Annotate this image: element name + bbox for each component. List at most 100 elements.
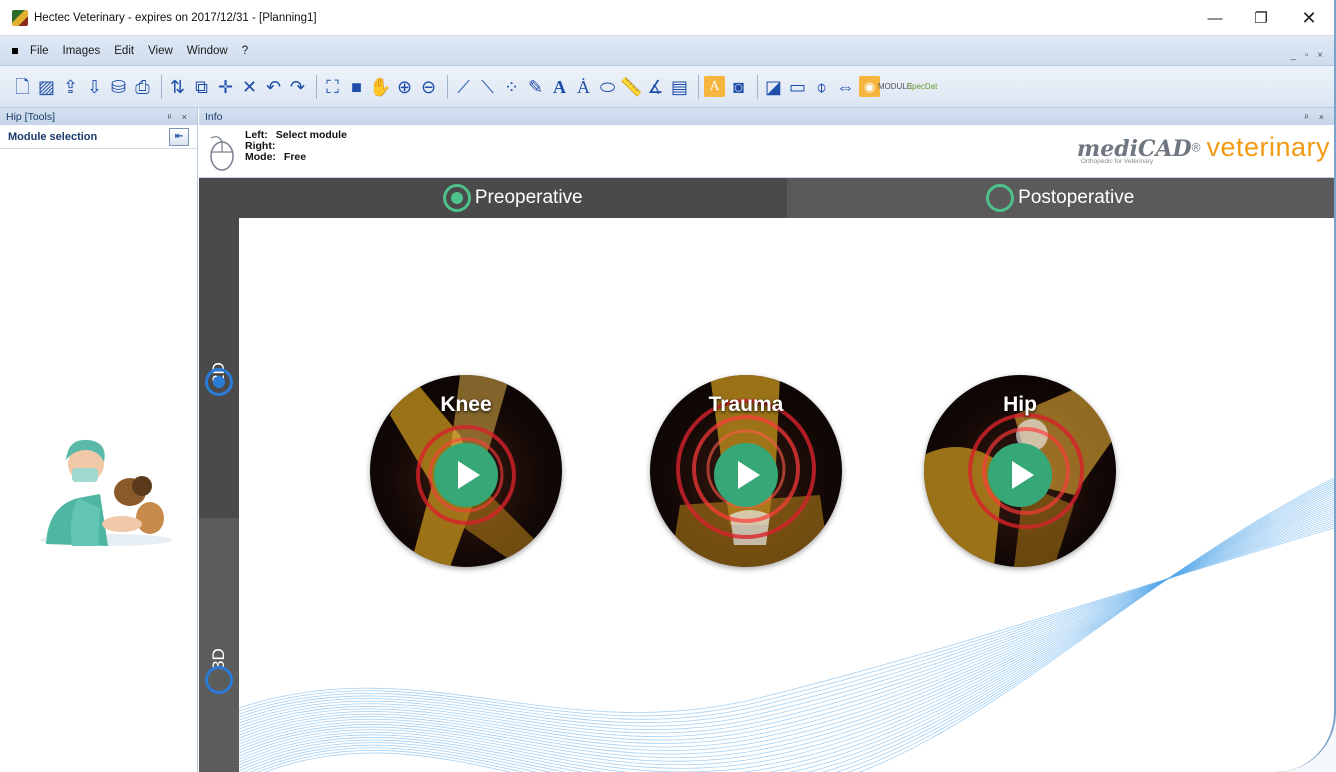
play-hip-icon[interactable]: [988, 443, 1052, 507]
tools-pane-header: Hip [Tools] ᵖ ×: [0, 108, 197, 125]
new-document-icon[interactable]: 🗋: [12, 76, 33, 97]
play-trauma-icon[interactable]: [714, 443, 778, 507]
title-bar: Hectec Veterinary - expires on 2017/12/3…: [0, 0, 1334, 36]
pane-pin-close[interactable]: ᵖ ×: [168, 112, 191, 122]
close-button[interactable]: ✕: [1284, 0, 1334, 36]
module-selection-label: Module selection: [8, 130, 98, 143]
app-window: Hectec Veterinary - expires on 2017/12/3…: [0, 0, 1336, 772]
text-icon[interactable]: A: [549, 76, 570, 97]
tools-pane: Hip [Tools] ᵖ × Module selection ⇤: [0, 108, 198, 772]
window-controls: — ❐ ✕: [1192, 0, 1334, 36]
3d-radio-icon[interactable]: [205, 666, 233, 694]
menu-window[interactable]: Window: [187, 45, 228, 57]
tab-2d[interactable]: 2D: [199, 218, 239, 518]
module-selection-button[interactable]: ⇤: [169, 127, 189, 146]
module-knee[interactable]: Knee: [370, 375, 562, 567]
play-knee-icon[interactable]: [434, 443, 498, 507]
hand-icon[interactable]: ✋: [369, 76, 391, 97]
module-trauma[interactable]: Trauma: [650, 375, 842, 567]
redo-icon[interactable]: ↷: [287, 76, 308, 97]
import-icon[interactable]: ⇪: [60, 76, 81, 97]
restore-button[interactable]: ❐: [1238, 0, 1284, 36]
window-title: Hectec Veterinary - expires on 2017/12/3…: [34, 11, 317, 24]
move-icon[interactable]: ✛: [215, 76, 236, 97]
tab-preoperative[interactable]: Preoperative: [239, 178, 787, 218]
crosshair-icon[interactable]: ⌽: [811, 76, 832, 97]
module-workspace: Preoperative Postoperative 2D 3D Knee Tr…: [199, 178, 1334, 772]
menu-edit[interactable]: Edit: [114, 45, 134, 57]
mdi-controls[interactable]: _ ▫ ×: [1290, 50, 1326, 61]
fit-icon[interactable]: ⛶: [322, 76, 343, 97]
menu-help[interactable]: ?: [242, 45, 248, 57]
main-toolbar: 🗋 ▨ ⇪ ⇩ ⛁ ⎙ ⇅ ⧉ ✛ ✕ ↶ ↷ ⛶ ■ ✋ ⊕ ⊖ ⟋ ⟍ ⁘ …: [0, 66, 1334, 108]
minimize-button[interactable]: —: [1192, 0, 1238, 36]
mode-label: Mode:: [245, 151, 276, 163]
2d-radio-icon[interactable]: [205, 368, 233, 396]
logo-tagline: Orthopedic for Veterinary: [1080, 158, 1154, 165]
preoperative-radio-icon[interactable]: [442, 184, 471, 212]
zoom-out-icon[interactable]: ⊖: [418, 76, 439, 97]
copy-icon[interactable]: ⧉: [191, 76, 212, 97]
module-selection-row: Module selection ⇤: [0, 125, 197, 149]
pacs-icon[interactable]: ⛁: [108, 76, 129, 97]
tab-3d[interactable]: 3D: [199, 518, 239, 772]
angle-line-icon[interactable]: ⟍: [477, 76, 498, 97]
specialist-icon[interactable]: SpecDat: [907, 76, 938, 97]
logo-registered: ®: [1191, 140, 1201, 155]
menu-bar: File Images Edit View Window ? _ ▫ ×: [0, 36, 1334, 66]
app-logo-icon: [12, 9, 28, 26]
toolbar-separator: [447, 74, 448, 99]
tools-pane-title: Hip [Tools]: [6, 110, 56, 123]
menu-images[interactable]: Images: [63, 45, 101, 57]
angle-90-icon[interactable]: ∡: [645, 76, 666, 97]
zoom-in-icon[interactable]: ⊕: [394, 76, 415, 97]
tab-postoperative[interactable]: Postoperative: [786, 178, 1334, 218]
veterinarian-with-dog-image: [40, 439, 172, 546]
calibrate-icon[interactable]: ⇅: [167, 76, 188, 97]
fill-icon[interactable]: ■: [346, 76, 367, 97]
toolbar-separator: [757, 74, 758, 99]
text-point-icon[interactable]: Ȧ: [573, 76, 594, 97]
points-icon[interactable]: ⁘: [501, 76, 522, 97]
info-pane-header: Info ᵖ ×: [199, 108, 1334, 125]
window-icon[interactable]: ▭: [787, 76, 808, 97]
undo-icon[interactable]: ↶: [263, 76, 284, 97]
phase-tabs: Preoperative Postoperative: [239, 178, 1334, 218]
module-icon[interactable]: MODULE: [878, 76, 912, 97]
pen-icon[interactable]: ✎: [525, 76, 546, 97]
module-knee-label: Knee: [440, 393, 492, 416]
tab-postoperative-label: Postoperative: [1018, 187, 1135, 208]
dimension-tabs: 2D 3D: [199, 218, 239, 772]
ellipse-icon[interactable]: ⬭: [597, 76, 618, 97]
toolbar-separator: [698, 74, 699, 99]
menu-view[interactable]: View: [148, 45, 173, 57]
module-hip[interactable]: Hip: [924, 375, 1116, 567]
logo-product: veterinary: [1206, 132, 1330, 162]
info-pane-pin-close[interactable]: ᵖ ×: [1305, 112, 1328, 122]
open-image-icon[interactable]: ▨: [36, 76, 57, 97]
tab-preoperative-label: Preoperative: [474, 187, 583, 208]
print-icon[interactable]: ⎙: [132, 76, 153, 97]
link-icon[interactable]: ⇔: [835, 76, 856, 97]
ruler-icon[interactable]: 📏: [620, 76, 642, 97]
screenshot-icon[interactable]: ◪: [763, 76, 784, 97]
info-pane: Info ᵖ × Left: Select module Right: Mode:…: [199, 108, 1334, 178]
module-canvas: Knee Trauma Hip: [239, 218, 1334, 772]
rss-icon[interactable]: ◉: [859, 76, 880, 97]
toolbar-separator: [161, 74, 162, 99]
system-menu-icon[interactable]: [12, 47, 18, 54]
menu-file[interactable]: File: [30, 45, 49, 57]
table-icon[interactable]: ▤: [669, 76, 690, 97]
mouse-icon: [210, 136, 234, 171]
display-icon[interactable]: ◙: [728, 76, 749, 97]
postoperative-radio-icon[interactable]: [986, 184, 1015, 212]
info-pane-title: Info: [205, 110, 223, 123]
text-style-icon[interactable]: A: [704, 76, 725, 97]
line-icon[interactable]: ⟋: [453, 76, 474, 97]
module-hip-label: Hip: [1003, 393, 1037, 416]
delete-icon[interactable]: ✕: [239, 76, 260, 97]
mode-value: Free: [283, 151, 307, 163]
toolbar-separator: [316, 74, 317, 99]
medicad-veterinary-logo: mediCAD® veterinary Orthopedic for Veteri…: [1077, 132, 1330, 165]
export-icon[interactable]: ⇩: [84, 76, 105, 97]
